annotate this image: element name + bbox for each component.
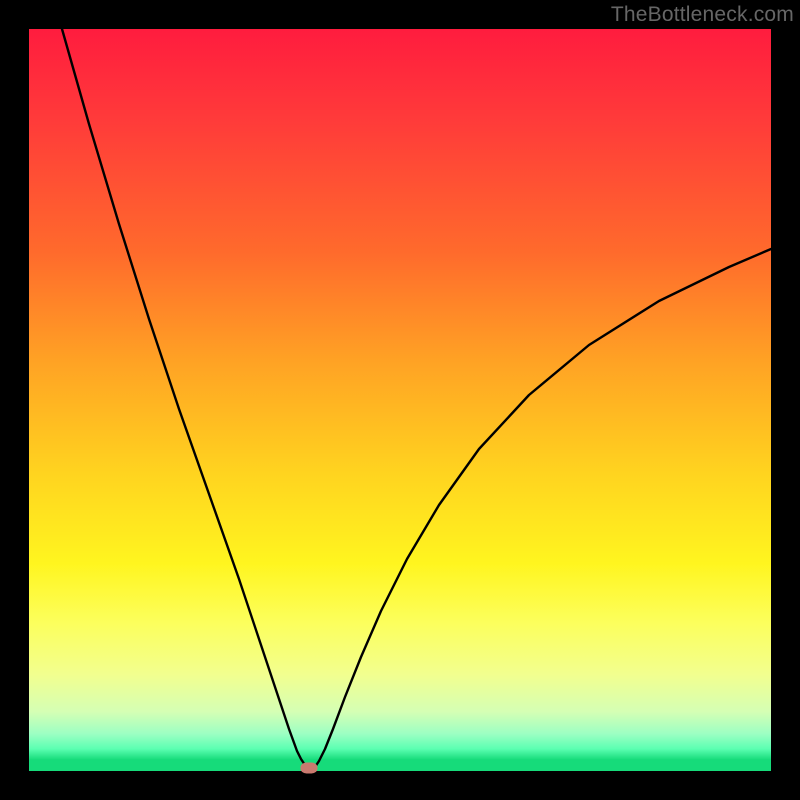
watermark-text: TheBottleneck.com xyxy=(611,3,794,27)
chart-frame: TheBottleneck.com xyxy=(0,0,800,800)
optimal-marker xyxy=(301,763,318,774)
curve-path xyxy=(62,29,771,769)
plot-area xyxy=(29,29,771,771)
bottleneck-curve xyxy=(29,29,771,771)
